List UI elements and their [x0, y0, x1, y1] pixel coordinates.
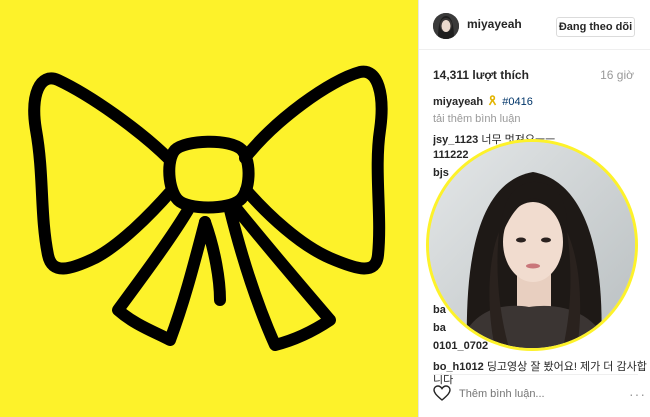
post-header: miyayeah Đang theo dõi	[419, 0, 650, 50]
divider	[433, 374, 638, 375]
comment-text: 딩고영상 잘 봤어요! 제가 더 감사합	[486, 361, 647, 373]
post-image[interactable]	[0, 0, 418, 417]
comment-item: ba	[433, 304, 446, 316]
comment-item: bo_h1012 딩고영상 잘 봤어요! 제가 더 감사합	[433, 358, 647, 374]
load-more-comments[interactable]: tải thêm bình luận	[433, 113, 520, 125]
comment-item: bjs	[433, 167, 449, 179]
ribbon-emoji-icon	[489, 95, 497, 106]
yellow-ribbon-icon	[0, 0, 418, 417]
more-options-icon[interactable]: ···	[629, 386, 646, 402]
hashtag-link[interactable]: #0416	[502, 96, 533, 108]
comment-username[interactable]: 0101_0702	[433, 340, 488, 352]
comment-username[interactable]: ba	[433, 322, 446, 334]
heart-icon[interactable]	[433, 385, 451, 401]
comment-username[interactable]: ba	[433, 304, 446, 316]
comment-item: 0101_0702	[433, 340, 488, 352]
comment-item: ba	[433, 322, 446, 334]
comment-username[interactable]: jsy_1123	[433, 134, 478, 146]
caption-username[interactable]: miyayeah	[433, 96, 483, 108]
avatar[interactable]	[433, 13, 459, 39]
load-more-label: tải thêm bình luận	[433, 113, 521, 125]
comment-username[interactable]: 111222	[433, 149, 469, 161]
comment-item: 111222	[433, 149, 469, 161]
caption: miyayeah #0416	[433, 95, 533, 108]
following-button[interactable]: Đang theo dõi	[556, 17, 635, 37]
likes-count[interactable]: 14,311 lượt thích	[433, 68, 529, 82]
portrait-image	[429, 142, 635, 348]
comment-input[interactable]	[459, 385, 619, 403]
portrait-photo	[426, 139, 638, 351]
username[interactable]: miyayeah	[467, 17, 522, 31]
post-time[interactable]: 16 giờ	[600, 68, 634, 82]
comment-username[interactable]: bjs	[433, 167, 449, 179]
